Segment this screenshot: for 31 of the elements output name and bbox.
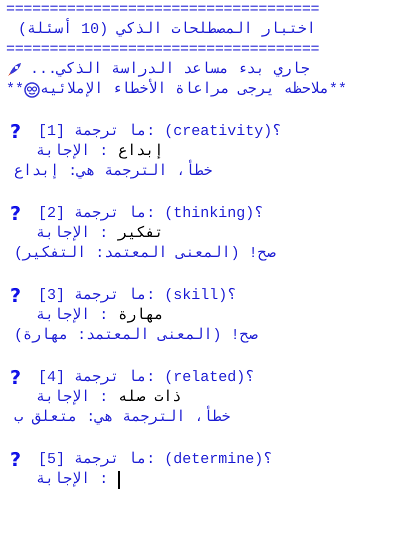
question-icon: ? [6, 450, 38, 470]
feedback-message: صح! (المعنى المعتمد: مهارة) [14, 326, 258, 346]
separator-line: ==================================== [6, 0, 320, 18]
question-icon: ? [6, 204, 38, 224]
note-marker: ** [6, 80, 24, 100]
feedback-message: خطأ، الترجمة هي: متعلق ب [14, 408, 231, 428]
question-text: [1] ما ترجمة: (creativity)؟ [38, 122, 282, 142]
answer-label: الإجابة : [36, 388, 108, 408]
question-icon: ? [6, 286, 38, 306]
status-message: جاري بدء مساعد الدراسة الذكي... [30, 60, 310, 78]
quiz-title: اختبار المصطلحات الذكي (10 أسئلة) [18, 20, 316, 40]
separator-line: ==================================== [6, 40, 320, 60]
question-text: [2] ما ترجمة: (thinking)؟ [38, 204, 264, 224]
face-icon [24, 82, 40, 98]
feedback-message: صح! (المعنى المعتمد: التفكير) [14, 244, 276, 264]
feedback-message: خطأ، الترجمة هي: إبداع [14, 162, 213, 182]
answer-label: الإجابة : [36, 224, 108, 244]
question-icon: ? [6, 368, 38, 388]
question-text: [3] ما ترجمة: (skill)؟ [38, 286, 236, 306]
question-text: [4] ما ترجمة: (related)؟ [38, 368, 254, 388]
answer-label: الإجابة : [36, 470, 108, 490]
answer-label: الإجابة : [36, 142, 108, 162]
answer-text: ذات صله [118, 388, 182, 408]
question-icon: ? [6, 122, 38, 142]
answer-label: الإجابة : [36, 306, 108, 326]
answer-text: مهارة [118, 306, 164, 326]
answer-text: إبداع [118, 142, 164, 162]
rocket-icon [6, 62, 22, 78]
note-text: **ملاحظه يرجى مراعاة الأخطاء الإملائيه [40, 80, 347, 100]
question-text: [5] ما ترجمة: (determine)؟ [38, 450, 272, 470]
answer-text: تفكير [118, 224, 164, 244]
